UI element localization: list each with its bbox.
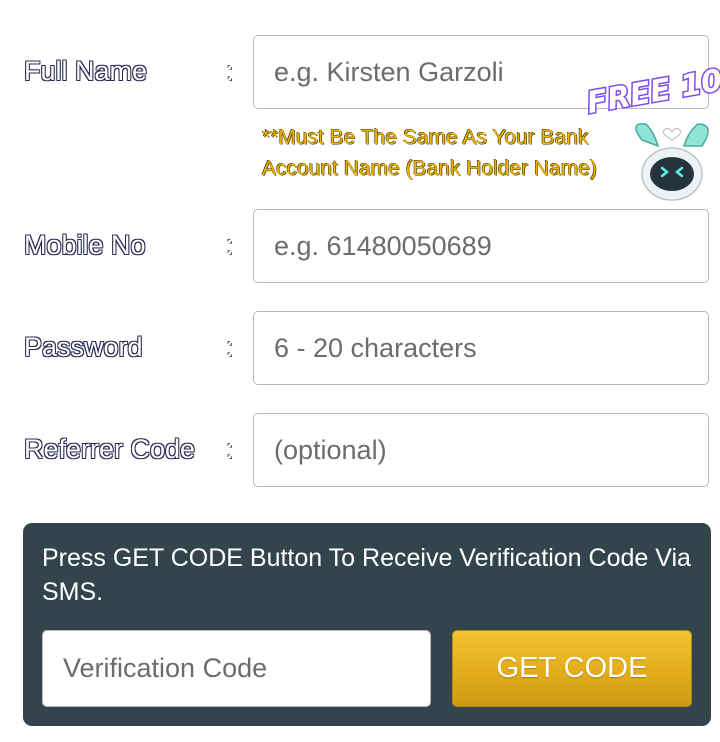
sms-instruction: Press GET CODE Button To Receive Verific… [42, 544, 691, 606]
referrer-colon: : [226, 434, 234, 464]
mobile-colon: : [226, 230, 234, 260]
promo-text: FREE 10 [584, 63, 720, 121]
full-name-colon: : [226, 56, 234, 86]
verification-code-input[interactable] [42, 630, 431, 707]
referrer-label: Referrer Code [24, 434, 196, 464]
full-name-label: Full Name [24, 56, 148, 86]
robot-mascot-icon: FREE 10 [583, 61, 720, 201]
referrer-input[interactable] [253, 413, 709, 487]
promo-badge[interactable]: FREE 10 [580, 61, 720, 202]
password-label: Password [24, 332, 143, 362]
sms-verification-panel: Press GET CODE Button To Receive Verific… [23, 523, 711, 726]
password-input[interactable] [253, 311, 709, 385]
mobile-label: Mobile No [24, 230, 146, 260]
password-colon: : [226, 332, 234, 362]
mobile-input[interactable] [253, 209, 709, 283]
get-code-button[interactable]: GET CODE [452, 630, 692, 707]
